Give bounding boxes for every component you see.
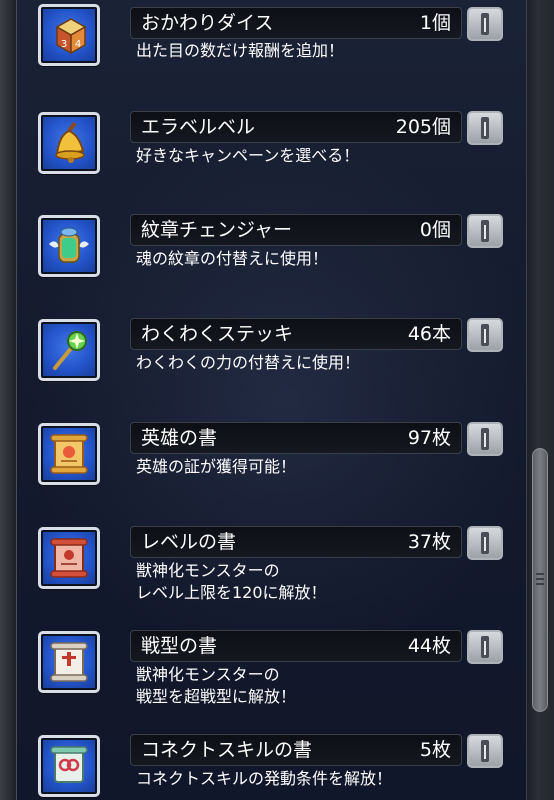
item-count: 0個 bbox=[419, 219, 451, 241]
info-icon bbox=[481, 220, 489, 242]
item-name: おかわりダイス bbox=[141, 12, 274, 34]
item-description: 魂の紋章の付替えに使用！ bbox=[136, 249, 329, 268]
scroll-grip-line bbox=[536, 578, 544, 580]
scroll-grip-line bbox=[536, 583, 544, 585]
item-count: 97枚 bbox=[407, 427, 451, 449]
info-button[interactable] bbox=[467, 111, 503, 145]
list-item-battle-type-scroll[interactable]: 戦型の書 44枚 獣神化モンスターの 戦型を超戦型に解放！ bbox=[0, 624, 526, 728]
item-count: 1個 bbox=[419, 12, 451, 34]
item-name: レベルの書 bbox=[141, 531, 237, 553]
scroll-grip-line bbox=[536, 573, 544, 575]
info-button[interactable] bbox=[467, 734, 503, 768]
svg-text:3: 3 bbox=[61, 39, 67, 50]
info-icon bbox=[481, 117, 489, 139]
info-button[interactable] bbox=[467, 526, 503, 560]
scrollbar-thumb[interactable] bbox=[532, 448, 548, 712]
item-count: 37枚 bbox=[407, 531, 451, 553]
item-count: 5枚 bbox=[419, 739, 451, 761]
item-list-screen: 3 4 おかわりダイス 1個 出た目の数だけ報酬を追加！ エラベルベル 205個 bbox=[0, 0, 554, 800]
item-count: 46本 bbox=[407, 323, 451, 345]
list-item-magic-stick[interactable]: わくわくステッキ 46本 わくわくの力の付替えに使用！ bbox=[0, 312, 526, 416]
info-button[interactable] bbox=[467, 422, 503, 456]
level-scroll-icon bbox=[38, 527, 100, 589]
item-name-bar: レベルの書 37枚 bbox=[130, 526, 462, 558]
info-icon bbox=[481, 532, 489, 554]
list-item-crest-changer[interactable]: 紋章チェンジャー 0個 魂の紋章の付替えに使用！ bbox=[0, 208, 526, 312]
item-description-line-1: 獣神化モンスターの bbox=[136, 561, 280, 580]
dice-icon: 3 4 bbox=[38, 4, 100, 66]
item-name-bar: 戦型の書 44枚 bbox=[130, 630, 462, 662]
list-item-level-scroll[interactable]: レベルの書 37枚 獣神化モンスターの レベル上限を120に解放！ bbox=[0, 520, 526, 624]
item-name: 戦型の書 bbox=[141, 635, 218, 657]
item-name-bar: コネクトスキルの書 5枚 bbox=[130, 734, 462, 766]
item-description-line-2: レベル上限を120に解放！ bbox=[136, 583, 327, 602]
info-button[interactable] bbox=[467, 630, 503, 664]
info-icon bbox=[481, 324, 489, 346]
info-button[interactable] bbox=[467, 7, 503, 41]
item-name-bar: 英雄の書 97枚 bbox=[130, 422, 462, 454]
item-description-line-1: 獣神化モンスターの bbox=[136, 665, 280, 684]
item-name: エラベルベル bbox=[141, 116, 256, 138]
list-item-dice[interactable]: 3 4 おかわりダイス 1個 出た目の数だけ報酬を追加！ bbox=[0, 0, 526, 104]
item-description-line-2: 戦型を超戦型に解放！ bbox=[136, 687, 297, 706]
item-name: 紋章チェンジャー bbox=[141, 219, 293, 241]
magic-stick-icon bbox=[38, 319, 100, 381]
item-name: わくわくステッキ bbox=[141, 323, 294, 345]
info-icon bbox=[481, 13, 489, 35]
info-button[interactable] bbox=[467, 318, 503, 352]
item-description: 出た目の数だけ報酬を追加！ bbox=[136, 41, 345, 60]
svg-text:4: 4 bbox=[75, 39, 81, 50]
item-name-bar: 紋章チェンジャー 0個 bbox=[130, 214, 462, 246]
item-description: 好きなキャンペーンを選べる！ bbox=[136, 146, 360, 165]
item-description: 英雄の証が獲得可能！ bbox=[136, 457, 297, 476]
item-description: コネクトスキルの発動条件を解放！ bbox=[136, 769, 393, 788]
item-count: 205個 bbox=[395, 116, 451, 138]
hero-scroll-icon bbox=[38, 423, 100, 485]
info-icon bbox=[481, 740, 489, 762]
info-icon bbox=[481, 428, 489, 450]
list-item-bell[interactable]: エラベルベル 205個 好きなキャンペーンを選べる！ bbox=[0, 104, 526, 208]
item-name-bar: エラベルベル 205個 bbox=[130, 111, 462, 143]
item-name: コネクトスキルの書 bbox=[141, 739, 313, 761]
info-button[interactable] bbox=[467, 214, 503, 248]
info-icon bbox=[481, 636, 489, 658]
crest-changer-icon bbox=[38, 215, 100, 277]
list-item-connect-skill-scroll[interactable]: コネクトスキルの書 5枚 コネクトスキルの発動条件を解放！ bbox=[0, 728, 526, 800]
bell-icon bbox=[38, 112, 100, 174]
list-item-hero-scroll[interactable]: 英雄の書 97枚 英雄の証が獲得可能！ bbox=[0, 416, 526, 520]
item-name: 英雄の書 bbox=[141, 427, 218, 449]
connect-skill-scroll-icon bbox=[38, 735, 100, 797]
item-description: わくわくの力の付替えに使用！ bbox=[136, 353, 361, 372]
item-name-bar: おかわりダイス 1個 bbox=[130, 7, 462, 39]
item-name-bar: わくわくステッキ 46本 bbox=[130, 318, 462, 350]
battle-type-scroll-icon bbox=[38, 631, 100, 693]
item-count: 44枚 bbox=[407, 635, 451, 657]
